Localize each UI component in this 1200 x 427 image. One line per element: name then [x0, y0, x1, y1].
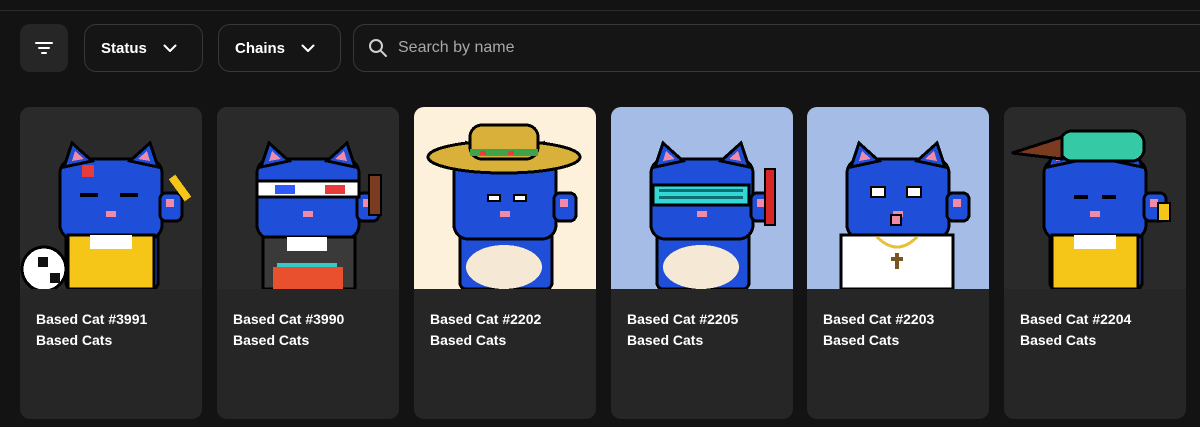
- search-input[interactable]: [398, 39, 998, 57]
- filter-toolbar: Status Chains: [20, 24, 1200, 72]
- nft-image: [414, 107, 596, 289]
- nft-name: Based Cat #2203: [823, 311, 935, 327]
- nft-collection: Based Cats: [233, 332, 310, 348]
- status-dropdown[interactable]: Status: [84, 24, 203, 72]
- nft-name: Based Cat #2202: [430, 311, 542, 327]
- nft-collection: Based Cats: [627, 332, 704, 348]
- nft-image: [807, 107, 989, 289]
- nft-name: Based Cat #3991: [36, 311, 148, 327]
- nft-collection: Based Cats: [430, 332, 507, 348]
- chevron-down-icon: [301, 44, 315, 53]
- chevron-down-icon: [163, 44, 177, 53]
- nft-card[interactable]: Based Cat #2202 Based Cats: [414, 107, 596, 419]
- nft-image: [20, 107, 202, 289]
- search-box: [353, 24, 1200, 72]
- nft-name: Based Cat #2204: [1020, 311, 1132, 327]
- filter-icon: [34, 41, 54, 55]
- nft-collection: Based Cats: [823, 332, 900, 348]
- nft-card[interactable]: Based Cat #3990 Based Cats: [217, 107, 399, 419]
- nft-card[interactable]: Based Cat #3991 Based Cats: [20, 107, 202, 419]
- nft-image: [1004, 107, 1186, 289]
- nft-image: [217, 107, 399, 289]
- nft-image: [611, 107, 793, 289]
- top-divider: [0, 0, 1200, 11]
- nft-name: Based Cat #2205: [627, 311, 739, 327]
- nft-grid: Based Cat #3991 Based Cats Based Cat #39…: [20, 107, 1200, 427]
- search-icon: [368, 38, 388, 58]
- chains-dropdown-label: Chains: [235, 39, 286, 57]
- filter-toggle-button[interactable]: [20, 24, 68, 72]
- nft-card[interactable]: Based Cat #2203 Based Cats: [807, 107, 989, 419]
- chains-dropdown[interactable]: Chains: [218, 24, 341, 72]
- nft-card[interactable]: Based Cat #2205 Based Cats: [611, 107, 793, 419]
- nft-card[interactable]: Based Cat #2204 Based Cats: [1004, 107, 1186, 419]
- nft-collection: Based Cats: [1020, 332, 1097, 348]
- status-dropdown-label: Status: [101, 39, 147, 57]
- nft-collection: Based Cats: [36, 332, 113, 348]
- nft-name: Based Cat #3990: [233, 311, 345, 327]
